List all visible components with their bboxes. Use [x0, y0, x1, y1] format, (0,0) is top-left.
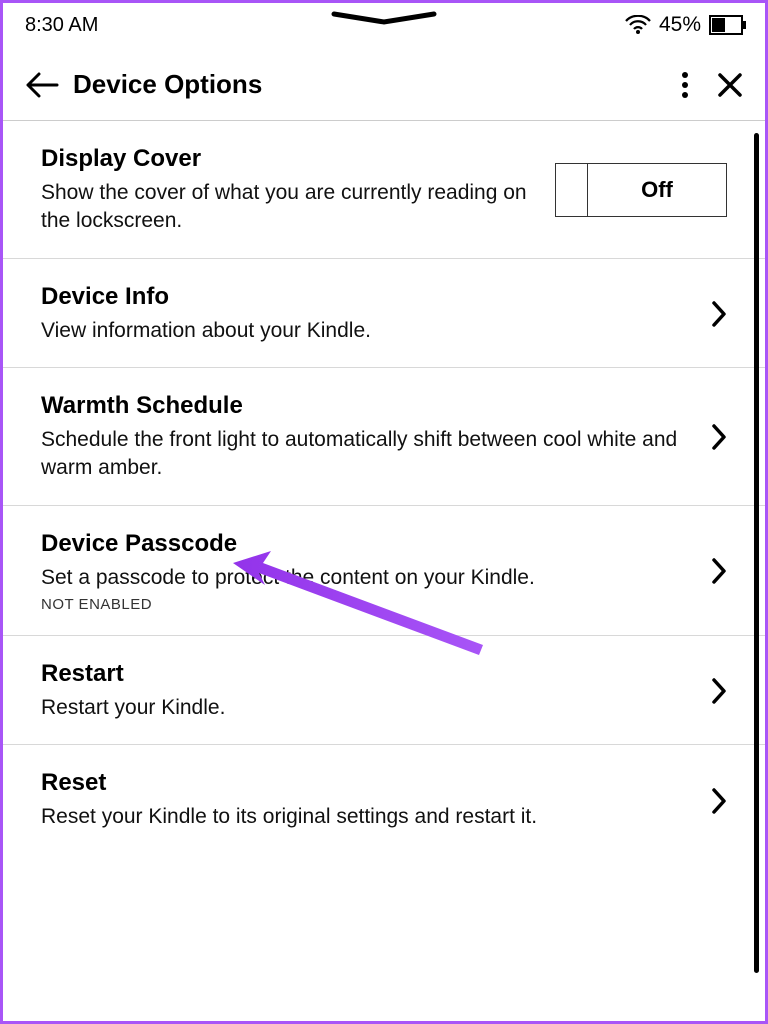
row-title: Display Cover	[41, 145, 539, 173]
chevron-right-icon	[711, 423, 727, 451]
more-vert-icon[interactable]	[681, 71, 689, 99]
row-title: Device Passcode	[41, 530, 695, 558]
chevron-right-icon	[711, 677, 727, 705]
row-device-passcode[interactable]: Device Passcode Set a passcode to protec…	[3, 506, 765, 636]
display-cover-toggle[interactable]: Off	[555, 163, 727, 217]
row-display-cover[interactable]: Display Cover Show the cover of what you…	[3, 121, 765, 259]
toggle-knob	[556, 164, 588, 216]
page-title: Device Options	[73, 69, 681, 100]
chevron-right-icon	[711, 300, 727, 328]
row-desc: Set a passcode to protect the content on…	[41, 564, 695, 592]
settings-list: Display Cover Show the cover of what you…	[3, 121, 765, 854]
clock: 8:30 AM	[25, 14, 98, 37]
row-desc: View information about your Kindle.	[41, 317, 695, 345]
page-header: Device Options	[3, 41, 765, 121]
row-desc: Restart your Kindle.	[41, 694, 695, 722]
row-restart[interactable]: Restart Restart your Kindle.	[3, 636, 765, 745]
row-device-info[interactable]: Device Info View information about your …	[3, 259, 765, 368]
row-title: Device Info	[41, 283, 695, 311]
close-icon[interactable]	[717, 72, 743, 98]
row-desc: Show the cover of what you are currently…	[41, 179, 539, 236]
toggle-label: Off	[588, 177, 726, 203]
row-title: Restart	[41, 660, 695, 688]
battery-icon	[709, 15, 747, 35]
row-status: NOT ENABLED	[41, 596, 695, 613]
row-desc: Reset your Kindle to its original settin…	[41, 803, 695, 831]
arrow-left-icon	[25, 72, 59, 98]
chevron-right-icon	[711, 557, 727, 585]
wifi-icon	[625, 15, 651, 35]
row-desc: Schedule the front light to automaticall…	[41, 426, 695, 483]
row-title: Warmth Schedule	[41, 392, 695, 420]
battery-percent: 45%	[659, 13, 701, 37]
back-button[interactable]	[25, 72, 65, 98]
chevron-right-icon	[711, 787, 727, 815]
row-reset[interactable]: Reset Reset your Kindle to its original …	[3, 745, 765, 853]
scrollbar[interactable]	[754, 133, 759, 973]
row-warmth-schedule[interactable]: Warmth Schedule Schedule the front light…	[3, 368, 765, 506]
drag-handle-icon	[329, 11, 439, 27]
row-title: Reset	[41, 769, 695, 797]
